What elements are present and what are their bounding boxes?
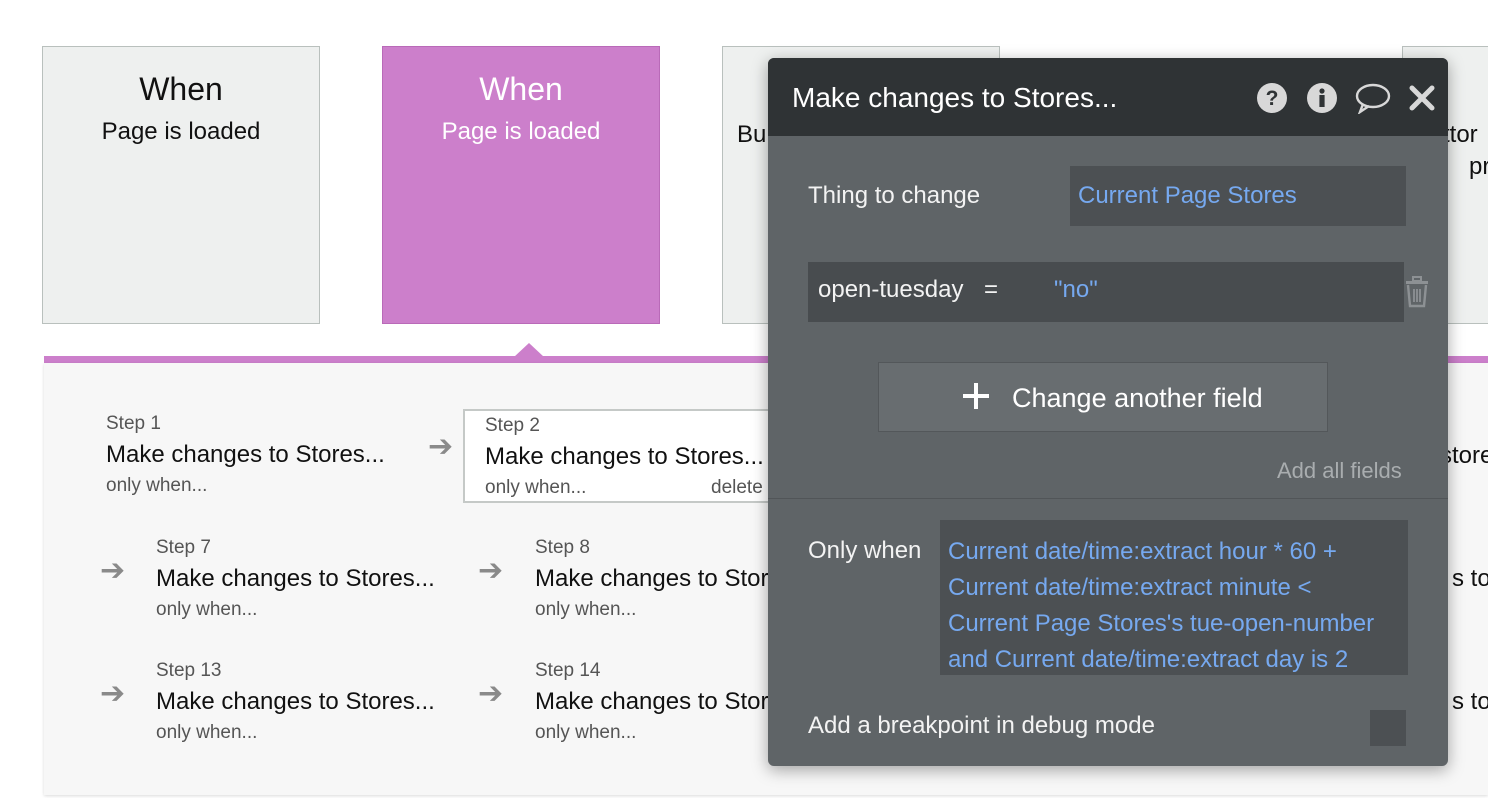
editor-title: Make changes to Stores...: [792, 82, 1118, 113]
step-condition: only when...: [156, 599, 258, 620]
arrow-right-icon: ➔: [478, 677, 504, 710]
step-label: Step 2: [485, 415, 540, 436]
only-when-expression-field[interactable]: Current date/time:extract hour * 60 + Cu…: [940, 520, 1408, 675]
arrow-right-icon: ➔: [428, 430, 454, 463]
event-card-partial-text: Bu: [737, 121, 767, 148]
expression-line: Current date/time:extract hour * 60 +: [948, 538, 1337, 565]
expression-line: Current date/time:extract minute <: [948, 574, 1312, 601]
add-all-fields-link[interactable]: Add all fields: [1277, 458, 1402, 484]
expression-line: Current Page Stores's tue-open-number: [948, 610, 1375, 637]
plus-icon: [963, 383, 989, 409]
workflow-step[interactable]: Step 1 Make changes to Stores... only wh…: [106, 413, 436, 507]
selected-event-caret: [514, 343, 544, 357]
event-card-title: When: [479, 71, 563, 107]
field-operator: =: [984, 276, 999, 303]
field-assignment-row[interactable]: open-tuesday = "no": [808, 262, 1404, 322]
step-label: Step 8: [535, 537, 590, 558]
step-action: Make changes to Stores...: [156, 688, 435, 715]
step-partial-text: s to: [1452, 688, 1488, 715]
event-card-subtitle: Page is loaded: [441, 118, 601, 145]
event-card-subtitle: Page is loaded: [101, 118, 261, 145]
event-card-partial-text: pr: [1469, 153, 1488, 180]
thing-to-change-label: Thing to change: [808, 182, 981, 209]
thing-to-change-field[interactable]: Current Page Stores: [1070, 166, 1406, 226]
workflow-step[interactable]: Step 13 Make changes to Stores... only w…: [156, 660, 486, 754]
step-condition: only when...: [106, 475, 208, 496]
event-card-title: When: [139, 71, 223, 107]
comment-icon[interactable]: [1354, 82, 1392, 114]
step-label: Step 1: [106, 413, 161, 434]
step-action: Make changes to Stor: [535, 565, 769, 592]
step-condition: only when...: [535, 722, 637, 743]
breakpoint-label: Add a breakpoint in debug mode: [808, 712, 1155, 739]
breakpoint-checkbox[interactable]: [1370, 710, 1406, 746]
field-value[interactable]: "no": [1054, 276, 1098, 304]
workflow-step[interactable]: Step 7 Make changes to Stores... only wh…: [156, 537, 486, 631]
editor-header[interactable]: Make changes to Stores... ?: [768, 58, 1448, 136]
workflow-step-selected[interactable]: Step 2 Make changes to Stores... only wh…: [463, 409, 793, 503]
property-editor: Make changes to Stores... ? Thing to cha…: [768, 58, 1448, 766]
change-another-field-label: Change another field: [1012, 383, 1263, 413]
field-name: open-tuesday: [818, 276, 964, 303]
event-card-partial-text: ttor: [1443, 121, 1478, 148]
arrow-right-icon: ➔: [478, 554, 504, 587]
step-label: Step 14: [535, 660, 601, 681]
close-icon[interactable]: [1408, 82, 1436, 114]
step-condition: only when...: [156, 722, 258, 743]
step-label: Step 7: [156, 537, 211, 558]
step-partial-text: s to: [1452, 565, 1488, 592]
step-condition: only when...: [485, 477, 587, 498]
step-action: Make changes to Stores...: [485, 443, 764, 470]
event-card-page-loaded-1[interactable]: When Page is loaded: [42, 46, 320, 324]
help-icon[interactable]: ?: [1256, 82, 1288, 114]
step-action: Make changes to Stores...: [106, 441, 385, 468]
step-condition: only when...: [535, 599, 637, 620]
change-another-field-button[interactable]: Change another field: [878, 362, 1328, 432]
step-action: Make changes to Stores...: [156, 565, 435, 592]
info-icon[interactable]: [1306, 82, 1338, 114]
divider: [768, 498, 1448, 499]
svg-text:?: ?: [1266, 87, 1279, 110]
step-delete-link[interactable]: delete: [711, 477, 763, 499]
arrow-right-icon: ➔: [100, 677, 126, 710]
arrow-right-icon: ➔: [100, 554, 126, 587]
only-when-label: Only when: [808, 537, 922, 564]
step-action: Make changes to Stor: [535, 688, 769, 715]
expression-line: and Current date/time:extract day is 2: [948, 646, 1349, 673]
event-card-page-loaded-2[interactable]: When Page is loaded: [382, 46, 660, 324]
step-label: Step 13: [156, 660, 222, 681]
trash-icon[interactable]: [1404, 276, 1430, 308]
